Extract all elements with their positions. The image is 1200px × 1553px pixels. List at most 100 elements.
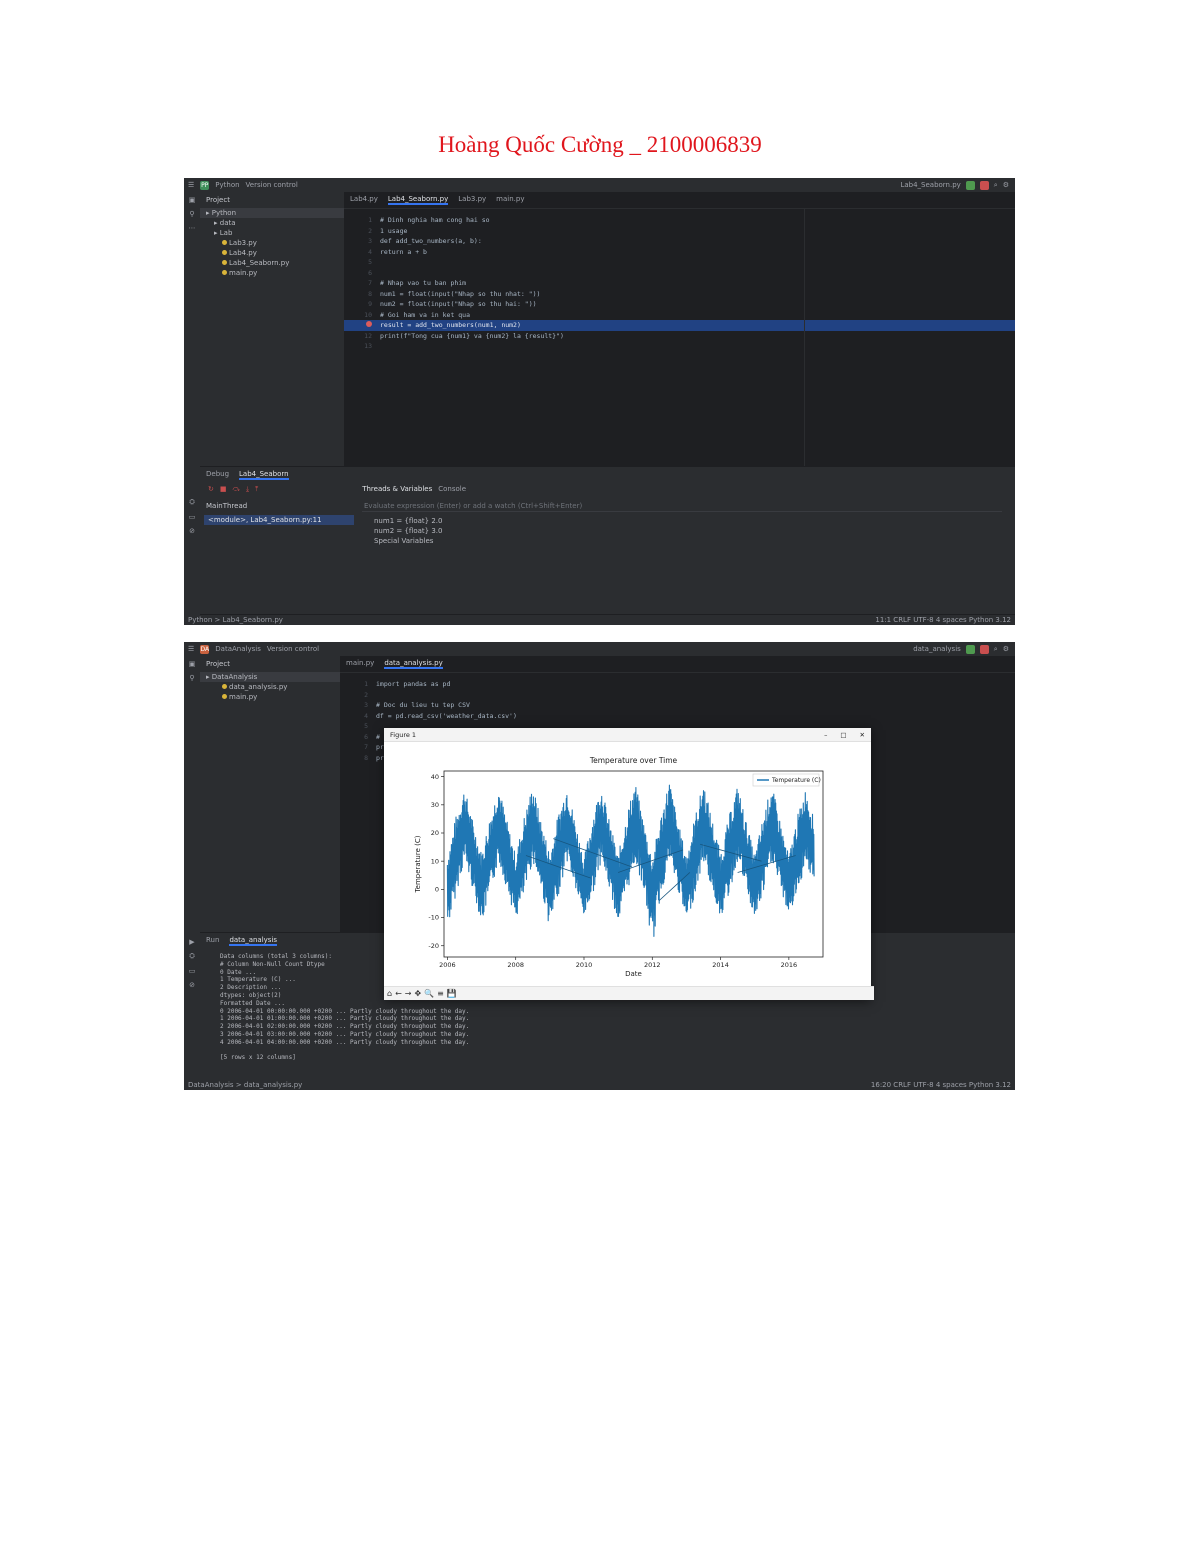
maximize-button[interactable]: □ (840, 731, 846, 739)
search-icon[interactable]: ⌕ (994, 181, 998, 190)
status-info[interactable]: 11:1 CRLF UTF-8 4 spaces Python 3.12 (875, 616, 1011, 624)
run-config-selector-2[interactable]: data_analysis (913, 645, 961, 653)
code-line[interactable]: 6 (344, 268, 1015, 279)
line-number: 10 (364, 310, 372, 319)
code-line[interactable]: 7 # Nhap vao tu ban phim (344, 278, 1015, 289)
settings-icon-2[interactable]: ⚙ (1003, 645, 1009, 653)
python-packages-icon[interactable]: ⛭ (189, 952, 195, 961)
vcs-widget-2[interactable]: Version control (267, 645, 319, 653)
forward-icon[interactable]: → (405, 989, 412, 998)
variable-row[interactable]: Special Variables (374, 536, 1002, 546)
tree-item[interactable]: ▸ Lab (200, 228, 344, 238)
code-line[interactable]: 8 num1 = float(input("Nhap so thu nhat: "… (344, 289, 1015, 300)
variable-row[interactable]: num2 = {float} 3.0 (374, 526, 1002, 536)
tree-item[interactable]: Lab4_Seaborn.py (200, 258, 344, 268)
stop-icon[interactable] (979, 180, 989, 190)
settings-icon[interactable]: ⚙ (1003, 181, 1009, 189)
variable-row[interactable]: num1 = {float} 2.0 (374, 516, 1002, 526)
debug-panel-tab[interactable]: Lab4_Seaborn (239, 470, 289, 480)
zoom-icon[interactable]: 🔍 (424, 989, 434, 998)
run-config-selector[interactable]: Lab4_Seaborn.py (900, 181, 960, 189)
code-line[interactable]: 4 df = pd.read_csv('weather_data.csv') (340, 711, 1015, 722)
code-line[interactable]: 2 (340, 690, 1015, 701)
configure-subplots-icon[interactable]: ≡ (437, 989, 444, 998)
editor-tab[interactable]: Lab3.py (458, 195, 486, 205)
terminal-tool-icon[interactable]: ▭ (189, 513, 196, 521)
temperature-chart: 2006 2008 2010 2012 2014 2016 -20 -10 0 10 20 30 40 T… (414, 756, 824, 978)
structure-tool-icon[interactable]: ⚲ (189, 210, 194, 218)
step-over-icon[interactable]: ⤼ (233, 485, 240, 494)
status-info-2[interactable]: 16:20 CRLF UTF-8 4 spaces Python 3.12 (871, 1081, 1011, 1089)
problems-tool-icon-2[interactable]: ⊘ (189, 981, 195, 989)
line-number: 2 (368, 226, 372, 235)
sub-tab-console[interactable]: Console (438, 485, 466, 494)
editor-tab[interactable]: Lab4.py (350, 195, 378, 205)
back-icon[interactable]: ← (395, 989, 402, 998)
frame-item[interactable]: <module>, Lab4_Seaborn.py:11 (204, 515, 354, 525)
debug-panel-tab[interactable]: Debug (206, 470, 229, 480)
resume-icon[interactable] (965, 180, 975, 190)
code-line[interactable]: 10 # Goi ham va in ket qua (344, 310, 1015, 321)
variables-panel: Evaluate expression (Enter) or add a wat… (362, 501, 1002, 546)
project-tool-icon[interactable]: ▣ (189, 196, 196, 204)
rerun-icon[interactable]: ↻ (208, 485, 214, 494)
save-icon[interactable]: 💾 (447, 989, 457, 998)
stop-debug-icon[interactable]: ■ (220, 485, 227, 494)
menu-icon-2[interactable]: ☰ (188, 645, 194, 653)
thread-selector[interactable]: MainThread (204, 501, 354, 511)
breakpoint-icon[interactable] (366, 321, 372, 327)
search-icon-2[interactable]: ⌕ (994, 645, 998, 654)
vcs-widget[interactable]: Version control (246, 181, 298, 189)
code-line[interactable]: 2 1 usage (344, 226, 1015, 237)
evaluate-expression-input[interactable]: Evaluate expression (Enter) or add a wat… (362, 501, 1002, 512)
tree-item[interactable]: Lab3.py (200, 238, 344, 248)
stop-icon-2[interactable] (979, 644, 989, 654)
step-out-icon[interactable]: ⤒ (255, 485, 258, 494)
tree-item[interactable]: main.py (200, 692, 340, 702)
project-name-2[interactable]: DataAnalysis (215, 645, 261, 653)
breadcrumb[interactable]: Python > Lab4_Seaborn.py (188, 616, 283, 624)
tree-item[interactable]: ▸ DataAnalysis (200, 672, 340, 682)
editor-tab[interactable]: main.py (496, 195, 524, 205)
step-into-icon[interactable]: ⤓ (246, 485, 249, 494)
tree-item[interactable]: ▸ data (200, 218, 344, 228)
home-icon[interactable]: ⌂ (387, 989, 392, 998)
editor-tab[interactable]: main.py (346, 659, 374, 669)
more-tools-icon[interactable]: ⋯ (189, 224, 196, 232)
minimize-button[interactable]: – (824, 731, 827, 739)
code-line[interactable]: 4 return a + b (344, 247, 1015, 258)
editor-tab[interactable]: data_analysis.py (384, 659, 443, 669)
code-line[interactable]: 3 # Doc du lieu tu tep CSV (340, 700, 1015, 711)
structure-tool-icon-2[interactable]: ⚲ (189, 674, 194, 682)
project-name[interactable]: Python (215, 181, 239, 189)
run-panel-tab[interactable]: data_analysis (229, 936, 278, 946)
line-number: 12 (364, 331, 372, 340)
code-line[interactable]: 13 (344, 341, 1015, 352)
problems-tool-icon[interactable]: ⊘ (189, 527, 195, 535)
run-tool-icon[interactable]: ▶ (189, 938, 194, 946)
sub-tab-threads-variables[interactable]: Threads & Variables (362, 485, 432, 494)
pan-icon[interactable]: ✥ (414, 989, 421, 998)
code-line[interactable]: 9 num2 = float(input("Nhap so thu hai: ")… (344, 299, 1015, 310)
menu-icon[interactable]: ☰ (188, 181, 194, 189)
tree-item[interactable]: ▸ Python (200, 208, 344, 218)
tree-item[interactable]: main.py (200, 268, 344, 278)
terminal-tool-icon-2[interactable]: ▭ (189, 967, 196, 975)
tree-item[interactable]: Lab4.py (200, 248, 344, 258)
editor-tab[interactable]: Lab4_Seaborn.py (387, 195, 449, 205)
code-line[interactable]: 1 # Dinh nghia ham cong hai so (344, 215, 1015, 226)
code-line[interactable]: 5 (344, 257, 1015, 268)
debug-tool-icon[interactable]: ⛭ (189, 498, 195, 507)
run-icon[interactable] (965, 644, 975, 654)
run-panel-tab[interactable]: Run (206, 936, 219, 946)
code-line[interactable]: 3 def add_two_numbers(a, b): (344, 236, 1015, 247)
code-line[interactable]: 12 print(f"Tong cua {num1} va {num2} la {… (344, 331, 1015, 342)
project-tool-icon-2[interactable]: ▣ (189, 660, 196, 668)
code-line[interactable]: 1 import pandas as pd (340, 679, 1015, 690)
tree-item[interactable]: data_analysis.py (200, 682, 340, 692)
code-line[interactable]: result = add_two_numbers(num1, num2) (344, 320, 1015, 331)
breadcrumb-2[interactable]: DataAnalysis > data_analysis.py (188, 1081, 302, 1089)
close-button[interactable]: ✕ (860, 731, 865, 739)
ide-titlebar-2: ☰ DA DataAnalysis Version control data_a… (184, 642, 1015, 656)
tree-item-label: main.py (229, 693, 258, 701)
